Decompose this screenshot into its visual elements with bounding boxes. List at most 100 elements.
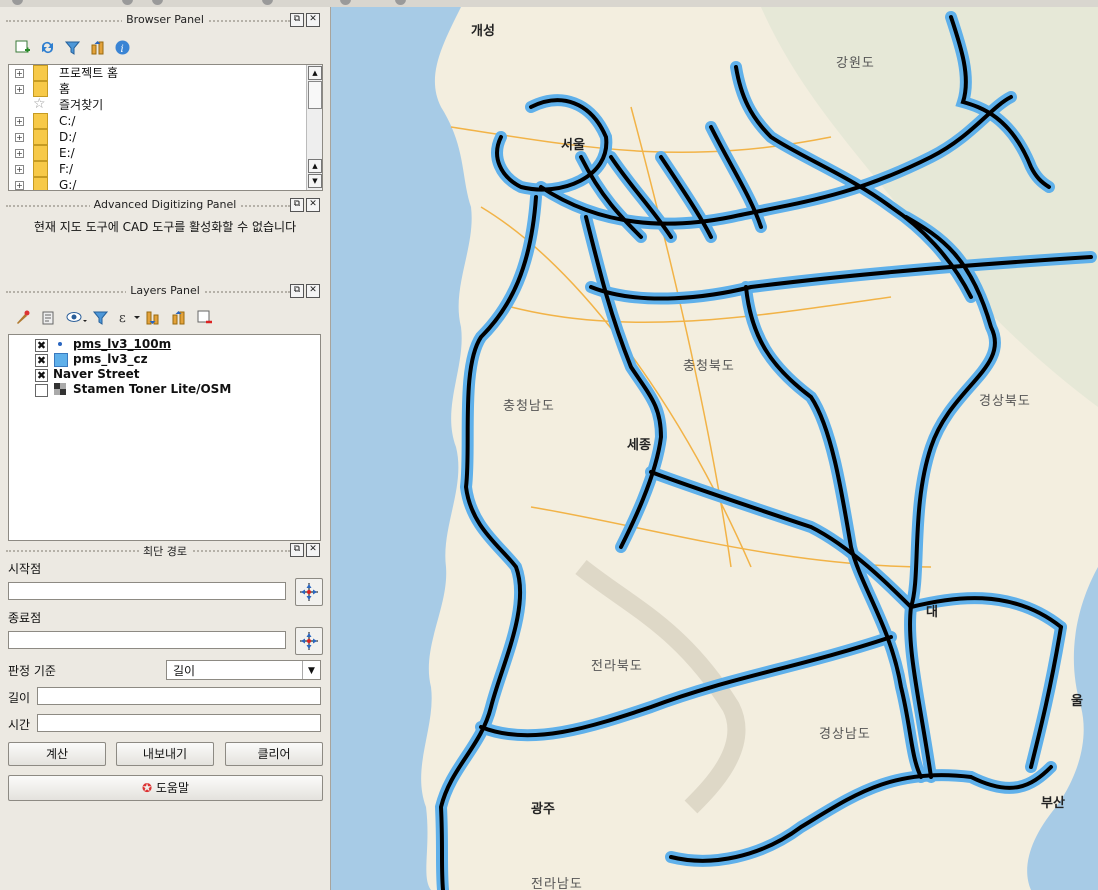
close-panel-button[interactable]: ✕ <box>306 284 320 298</box>
layer-name: pms_lv3_cz <box>73 352 148 366</box>
layer-visibility-checkbox[interactable]: ✖ <box>35 339 48 352</box>
layer-item[interactable]: Stamen Toner Lite/OSM <box>9 382 320 397</box>
help-lifebuoy-icon: ✪ <box>141 781 153 795</box>
map-city-label: 부산 <box>1041 796 1065 811</box>
browser-item[interactable]: + G:/ <box>9 177 322 190</box>
map-region-label: 강원도 <box>836 56 875 71</box>
browser-item[interactable]: + 홈 <box>9 81 322 97</box>
calculate-button[interactable]: 계산 <box>8 742 106 766</box>
style-brush-icon[interactable] <box>14 309 31 326</box>
criterion-select[interactable]: 길이 ▼ <box>166 660 321 680</box>
browser-item-label: 프로젝트 홈 <box>59 66 119 80</box>
filter-legend-icon[interactable] <box>92 309 109 326</box>
folder-icon <box>33 161 48 177</box>
layer-visibility-checkbox[interactable]: ✖ <box>35 369 48 382</box>
browser-item[interactable]: + F:/ <box>9 161 322 177</box>
folder-icon <box>33 65 48 81</box>
folder-icon <box>33 129 48 145</box>
layer-name: Stamen Toner Lite/OSM <box>73 382 232 396</box>
end-point-input[interactable] <box>8 631 286 649</box>
layer-visibility-checkbox[interactable] <box>35 384 48 397</box>
scroll-thumb[interactable] <box>308 81 322 109</box>
time-output[interactable] <box>37 714 321 732</box>
expand-icon[interactable]: + <box>15 181 24 190</box>
expand-icon[interactable]: + <box>15 69 24 78</box>
map-background <box>331 7 1098 890</box>
criterion-value: 길이 <box>173 664 196 678</box>
route-buffer <box>665 761 1057 867</box>
expand-all-icon[interactable] <box>144 309 161 326</box>
float-panel-button[interactable]: ⧉ <box>290 198 304 212</box>
browser-tree: + 프로젝트 홈 + 홈 ☆ 즐겨찾기 + C:/+ D:/+ E:/+ F:/+ G:/ ▲ ▲ ▼ <box>8 64 323 191</box>
help-button[interactable]: ✪ 도움말 <box>8 775 323 801</box>
length-label: 길이 <box>8 691 31 705</box>
layers-panel-header: Layers Panel ⧉ ✕ <box>0 284 330 300</box>
properties-icon[interactable]: i <box>114 39 131 56</box>
close-panel-button[interactable]: ✕ <box>306 13 320 27</box>
crosshair-icon <box>300 632 318 650</box>
layer-visibility-checkbox[interactable]: ✖ <box>35 354 48 367</box>
pick-start-point-button[interactable] <box>295 578 323 606</box>
expand-icon[interactable]: + <box>15 149 24 158</box>
float-panel-button[interactable]: ⧉ <box>290 543 304 557</box>
expand-icon[interactable]: + <box>15 133 24 142</box>
float-panel-button[interactable]: ⧉ <box>290 284 304 298</box>
browser-panel-title: Browser Panel <box>122 13 208 26</box>
point-symbol-icon <box>54 338 66 350</box>
svg-text:i: i <box>121 44 124 55</box>
svg-text:ε: ε <box>119 311 126 326</box>
map-city-label: 광주 <box>531 802 555 817</box>
map-canvas[interactable]: 강원도 충청북도 충청남도 경상북도 전라북도 경상남도 전라남도 개성 서울 세종 대 광주 부산 울 <box>331 7 1098 890</box>
browser-item[interactable]: + C:/ <box>9 113 322 129</box>
scroll-up-icon[interactable]: ▲ <box>308 159 322 173</box>
browser-item-label: E:/ <box>59 146 75 160</box>
expand-icon[interactable]: + <box>15 117 24 126</box>
browser-item[interactable]: ☆ 즐겨찾기 <box>9 96 322 113</box>
star-icon: ☆ <box>33 96 46 112</box>
browser-item[interactable]: + D:/ <box>9 129 322 145</box>
scroll-down-icon[interactable]: ▼ <box>308 174 322 188</box>
chevron-down-icon[interactable]: ▼ <box>302 661 320 679</box>
length-output[interactable] <box>37 687 321 705</box>
browser-item-label: D:/ <box>59 130 77 144</box>
remove-layer-icon[interactable] <box>196 309 213 326</box>
visibility-eye-icon[interactable] <box>66 309 87 326</box>
add-layer-icon[interactable] <box>14 39 31 56</box>
time-label: 시간 <box>8 718 31 732</box>
layers-tree: ✖ pms_lv3_100m ✖ pms_lv3_cz ✖ Naver Street Sta… <box>8 334 321 541</box>
export-button[interactable]: 내보내기 <box>116 742 214 766</box>
criterion-label: 판정 기준 <box>8 664 56 678</box>
expression-filter-icon[interactable]: ε <box>118 309 140 326</box>
folder-icon <box>33 145 48 161</box>
browser-item[interactable]: + E:/ <box>9 145 322 161</box>
collapse-all-icon[interactable] <box>170 309 187 326</box>
layer-item[interactable]: ✖ Naver Street <box>9 367 320 382</box>
start-point-input[interactable] <box>8 582 286 600</box>
expand-icon[interactable]: + <box>15 165 24 174</box>
map-city-label: 서울 <box>561 138 585 153</box>
pick-end-point-button[interactable] <box>295 627 323 655</box>
map-city-label: 대 <box>926 605 938 620</box>
map-region-label: 경상북도 <box>979 394 1031 409</box>
map-region-label: 전라북도 <box>591 659 643 674</box>
browser-toolbar: i <box>14 39 131 56</box>
filter-icon[interactable] <box>64 39 81 56</box>
layer-item[interactable]: ✖ pms_lv3_100m <box>9 337 320 352</box>
close-panel-button[interactable]: ✕ <box>306 543 320 557</box>
browser-item[interactable]: + 프로젝트 홈 <box>9 65 322 81</box>
refresh-icon[interactable] <box>39 39 56 56</box>
map-region-label: 충청북도 <box>683 359 735 374</box>
layer-item[interactable]: ✖ pms_lv3_cz <box>9 352 320 367</box>
map-region-label: 충청남도 <box>503 399 555 414</box>
no-symbol-icon <box>54 368 66 380</box>
scroll-up-icon[interactable]: ▲ <box>308 66 322 80</box>
add-group-icon[interactable] <box>40 309 57 326</box>
expand-icon[interactable]: + <box>15 85 24 94</box>
browser-scrollbar[interactable]: ▲ ▲ ▼ <box>306 65 322 190</box>
advanced-panel-title: Advanced Digitizing Panel <box>89 198 241 211</box>
collapse-all-icon[interactable] <box>89 39 106 56</box>
close-panel-button[interactable]: ✕ <box>306 198 320 212</box>
float-panel-button[interactable]: ⧉ <box>290 13 304 27</box>
route-line <box>1029 625 1063 769</box>
clear-button[interactable]: 클리어 <box>225 742 323 766</box>
